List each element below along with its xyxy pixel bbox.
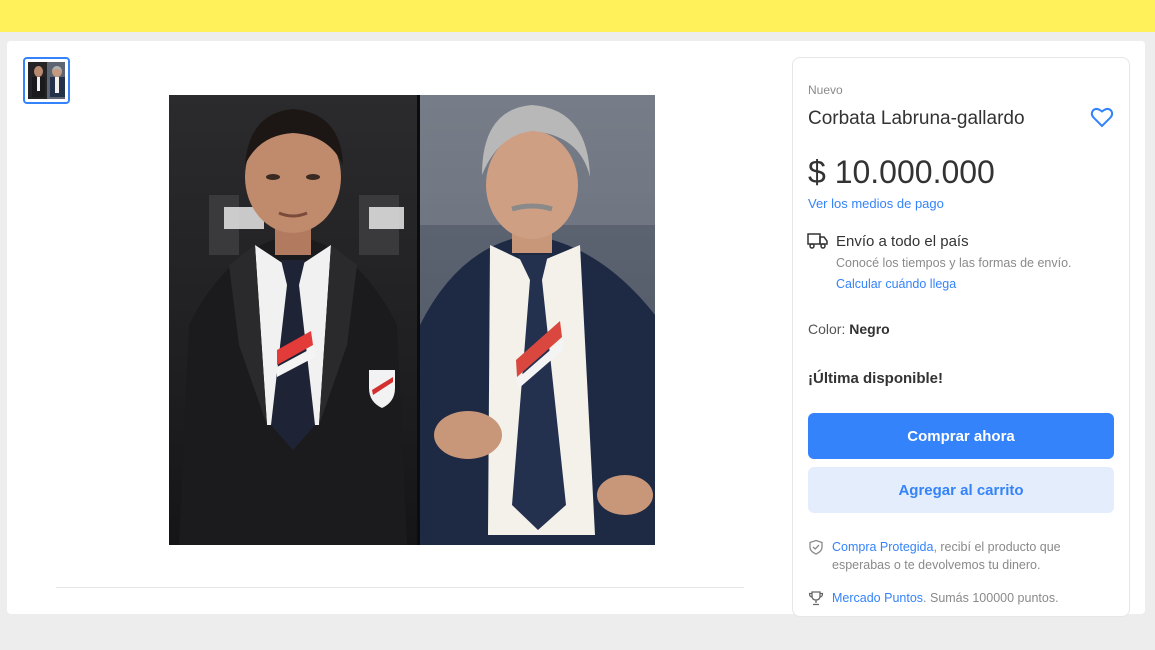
image-left-person — [169, 95, 417, 545]
heart-icon[interactable] — [1090, 106, 1114, 128]
product-title: Corbata Labruna-gallardo — [808, 108, 1025, 129]
gallery-thumbnail[interactable] — [23, 57, 70, 104]
trophy-icon — [808, 591, 824, 606]
header-bar — [0, 0, 1155, 32]
color-value: Negro — [849, 321, 890, 337]
illustration-right — [420, 95, 655, 545]
illustration-left — [179, 109, 407, 545]
buy-box — [792, 57, 1130, 617]
product-image[interactable] — [169, 95, 655, 545]
shipping-subtitle: Conocé los tiempos y las formas de envío… — [836, 256, 1072, 270]
mercado-puntos-description: . Sumás 100000 puntos. — [923, 591, 1059, 605]
payment-methods-link[interactable]: Ver los medios de pago — [808, 196, 944, 211]
shield-icon — [809, 539, 823, 555]
buy-now-button[interactable]: Comprar ahora — [808, 413, 1114, 459]
color-label: Color: — [808, 321, 846, 337]
protected-purchase-text: Compra Protegida, recibí el producto que… — [832, 538, 1117, 574]
mercado-puntos-link[interactable]: Mercado Puntos — [832, 591, 923, 605]
color-variant: Color: Negro — [808, 321, 890, 337]
section-divider — [56, 587, 744, 588]
mercado-puntos-text: Mercado Puntos. Sumás 100000 puntos. — [832, 591, 1059, 605]
thumbnail-image — [28, 62, 65, 99]
shipping-title: Envío a todo el país — [836, 233, 969, 250]
shipping-calculate-link[interactable]: Calcular cuándo llega — [836, 277, 956, 291]
add-to-cart-button[interactable]: Agregar al carrito — [808, 467, 1114, 513]
protected-purchase-link[interactable]: Compra Protegida — [832, 540, 933, 554]
stock-status: ¡Última disponible! — [808, 370, 943, 387]
product-condition: Nuevo — [808, 83, 843, 97]
product-price: $ 10.000.000 — [808, 154, 995, 190]
image-right-person — [417, 95, 655, 545]
truck-icon — [807, 233, 828, 249]
